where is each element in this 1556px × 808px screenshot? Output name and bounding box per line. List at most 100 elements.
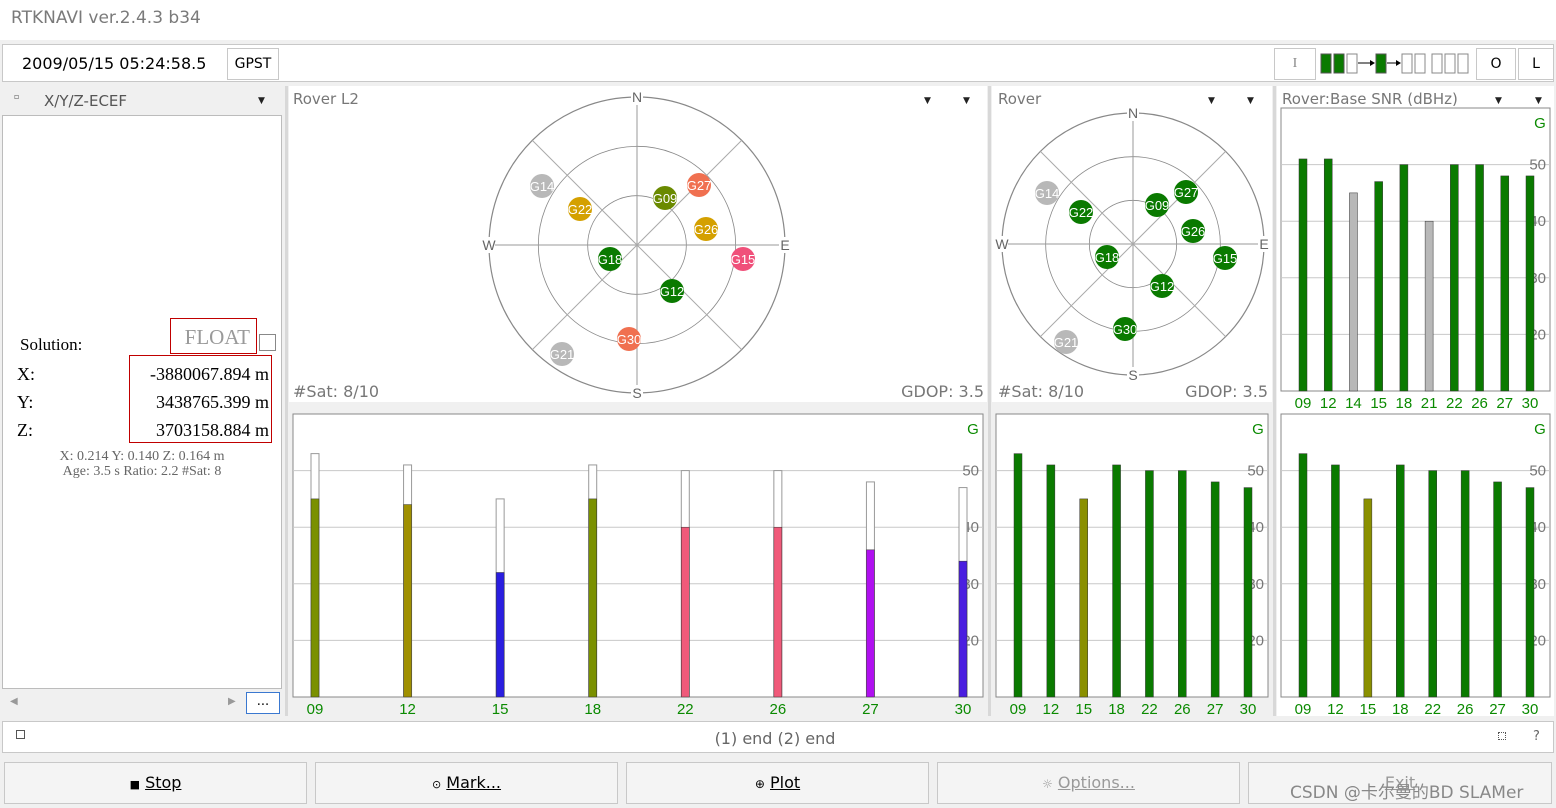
satellite-label: G22 [1069,205,1094,220]
monitor-icon[interactable] [1498,732,1506,740]
status-icon[interactable] [16,730,25,739]
snr-chart-2: 50403020G09 12 15 18 22 26 27 30 [995,413,1269,718]
plot-frame [292,413,984,698]
sat-id-label: 30 [955,701,972,718]
plot-label: Plot [770,773,801,792]
chevron-down-icon[interactable]: ▼ [258,96,265,106]
panel-menu-icon[interactable]: ▫ [14,92,19,101]
panel1-sat-count: #Sat: 8/10 [293,382,380,401]
satellite-label: G18 [598,252,623,267]
snr-chart-1: 50403020G09 12 15 18 22 26 27 30 [292,413,984,718]
snr-bar [1013,453,1023,698]
satellite-label: G09 [1145,198,1170,213]
mark-button[interactable]: ⊙ Mark... [315,762,618,804]
mark-icon: ⊙ [431,778,442,791]
stop-label: Stop [145,773,182,792]
compass-s: S [1128,367,1137,383]
stop-icon: ■ [129,778,140,791]
splitter[interactable] [285,86,288,716]
log-stream-button[interactable]: L [1518,48,1554,80]
y-label: Y: [17,392,34,412]
solution-status: FLOAT [170,318,257,354]
satellite-label: G21 [550,347,575,362]
snr-bar [1046,464,1056,698]
solution-stats: X: 0.214 Y: 0.140 Z: 0.164 m Age: 3.5 s … [4,449,280,479]
options-button[interactable]: ☼ Options... [937,762,1240,804]
satellite-label: G27 [1174,185,1199,200]
snr-bar [1424,220,1434,392]
more-button[interactable]: ... [246,692,280,714]
system-label: G [1534,421,1546,438]
snr-bar [1363,498,1373,698]
sat-id-label: 26 [1174,701,1191,718]
stream-indicator-icon[interactable] [1318,50,1474,78]
sat-id-label: 27 [862,701,879,718]
plot-frame [1280,107,1551,392]
options-label: Options... [1057,773,1135,792]
input-stream-button[interactable]: I [1274,48,1316,80]
satellite-label: G27 [687,178,712,193]
sat-id-label: 22 [1424,701,1441,718]
satellite-label: G18 [1095,250,1120,265]
satellite-label: G21 [1054,335,1079,350]
sat-id-label: 12 [399,701,416,718]
watermark: CSDN @卡尔曼的BD SLAMer [1290,783,1524,803]
compass-w: W [995,236,1009,252]
satellite-label: G30 [1113,322,1138,337]
snr-bar [1210,481,1220,698]
sat-id-label: 27 [1489,701,1506,718]
sat-id-label: 09 [1010,701,1027,718]
time-system-button[interactable]: GPST [227,48,279,80]
panel1-title: Rover L2 [293,90,359,108]
satellite-label: G30 [617,332,642,347]
satellite-label: G12 [1150,279,1175,294]
chevron-down-icon[interactable]: ▼ [924,96,931,106]
output-stream-button[interactable]: O [1476,48,1516,80]
snr-bar [1079,498,1088,698]
snr-bar [1112,464,1121,698]
chevron-down-icon[interactable]: ▼ [963,96,970,106]
snr-bar [1331,464,1340,698]
skyplot-2: N S E W G14 G22 G09 G27 G26 G18 G15 G12 G30 G21 [995,105,1270,383]
panel1-gdop: GDOP: 3.5 [901,382,984,401]
sat-id-label: 30 [1522,701,1539,718]
snr-bar [403,504,412,698]
sat-id-label: 18 [1392,701,1409,718]
snr-bar [1374,181,1383,392]
stats-line-2: Age: 3.5 s Ratio: 2.2 #Sat: 8 [62,464,222,479]
sat-id-label: 26 [770,701,787,718]
satellite-label: G09 [653,191,678,206]
snr-bar [1525,487,1535,698]
compass-e: E [1259,236,1268,252]
satellite-label: G26 [694,222,719,237]
system-label: G [1534,115,1546,132]
satellite-label: G22 [568,202,593,217]
help-button[interactable]: ? [1533,729,1540,744]
sat-id-label: 27 [1207,701,1224,718]
z-value: 3703158.884 m [155,420,269,440]
plot-button[interactable]: ⊕ Plot [626,762,929,804]
snr-bar [1493,481,1502,698]
snr-bar [1243,487,1253,698]
panel2-sat-count: #Sat: 8/10 [998,382,1085,401]
solution-format-select[interactable]: X/Y/Z-ECEF [44,92,127,110]
snr-bar [1298,453,1308,698]
sat-id-label: 09 [1295,701,1312,718]
sat-id-label: 09 [307,701,324,718]
scroll-left-icon[interactable]: ◀ [10,696,18,707]
snr-bar [1460,470,1470,698]
snr-bar [1349,192,1358,392]
snr-chart-3b: 50403020G09 12 15 18 22 26 27 30 [1280,413,1551,718]
scroll-right-icon[interactable]: ▶ [228,696,236,707]
horizontal-scrollbar[interactable]: ◀ ▶ [2,691,242,715]
plot-icon: ⊕ [754,777,765,791]
snr-bar [588,498,597,698]
system-label: G [1252,421,1264,438]
compass-e: E [780,237,789,253]
title-bar [0,0,1556,40]
stop-button[interactable]: ■ Stop [4,762,307,804]
window-title: RTKNAVI ver.2.4.3 b34 [11,8,201,28]
system-label: G [967,421,979,438]
compass-w: W [482,237,496,253]
z-label: Z: [17,420,33,440]
